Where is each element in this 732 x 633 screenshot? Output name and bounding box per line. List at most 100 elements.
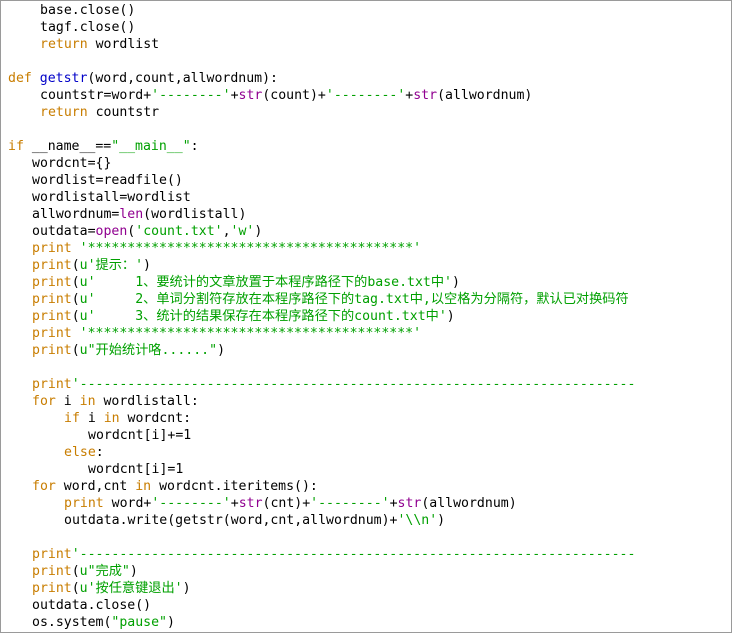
code-line: print '*********************************… — [32, 325, 421, 342]
code-token: str — [238, 496, 263, 511]
code-token: '--------' — [325, 88, 406, 103]
code-line: for i in wordlistall: — [32, 393, 199, 410]
code-token: print — [32, 292, 72, 307]
code-token: print — [32, 564, 72, 579]
code-line: print word+'--------'+str(cnt)+'--------… — [64, 495, 517, 512]
code-token: ) — [254, 224, 263, 239]
code-token: i — [55, 394, 80, 409]
code-line: return wordlist — [40, 36, 159, 53]
code-line: for word,cnt in wordcnt.iteritems(): — [32, 478, 318, 495]
code-token: ( — [71, 309, 80, 324]
code-token: for — [32, 394, 56, 409]
code-token: print — [32, 258, 72, 273]
code-line: print'----------------------------------… — [32, 376, 635, 393]
code-token: allwordnum= — [32, 207, 120, 222]
code-token: ( — [71, 564, 80, 579]
code-token: u' 3、统计的结果保存在本程序路径下的count.txt中' — [79, 309, 447, 324]
code-token: 'w' — [230, 224, 255, 239]
code-token: print — [32, 326, 72, 341]
code-token: __name__== — [23, 139, 112, 154]
code-line: outdata=open('count.txt','w') — [32, 223, 262, 240]
code-token: print — [32, 581, 72, 596]
code-token: print — [32, 309, 72, 324]
code-token: ) — [143, 258, 151, 273]
code-token: str — [413, 88, 438, 103]
code-token: if — [64, 411, 80, 426]
code-line: print(u"开始统计咯......") — [32, 342, 225, 359]
code-token: wordlistall=wordlist — [32, 190, 191, 205]
code-token: ( — [71, 292, 80, 307]
code-token: if — [8, 139, 24, 154]
code-token: ( — [71, 581, 80, 596]
code-line: outdata.write(getstr(word,cnt,allwordnum… — [64, 512, 445, 529]
code-token: outdata.close() — [32, 598, 152, 613]
code-line: print(u"完成") — [32, 563, 138, 580]
code-token: in — [103, 411, 120, 426]
code-token: len — [119, 207, 144, 222]
code-line: wordcnt={} — [32, 155, 111, 172]
code-token: 'count.txt' — [135, 224, 223, 239]
code-token: (word,count,allwordnum): — [87, 71, 278, 86]
code-line: if __name__=="__main__": — [8, 138, 199, 155]
code-token: ( — [71, 258, 80, 273]
code-token: u"开始统计咯......" — [79, 343, 218, 358]
code-token: return — [40, 37, 88, 52]
code-line: if i in wordcnt: — [64, 410, 191, 427]
code-token: str — [397, 496, 422, 511]
code-token: u'提示：' — [79, 258, 144, 273]
code-token: print — [64, 496, 104, 511]
code-token: print — [32, 547, 72, 562]
code-token: wordcnt: — [119, 411, 192, 426]
code-token: open — [95, 224, 128, 239]
code-line: wordcnt[i]=1 — [88, 461, 183, 478]
code-line: wordlistall=wordlist — [32, 189, 191, 206]
code-line: wordlist=readfile() — [32, 172, 183, 189]
code-token: outdata= — [32, 224, 96, 239]
code-token: , — [222, 224, 231, 239]
code-token: word+ — [103, 496, 152, 511]
code-token: '\\n' — [397, 513, 438, 528]
code-token: wordcnt[i]=1 — [88, 462, 184, 477]
code-token: : — [190, 139, 199, 154]
code-token: else — [64, 445, 96, 460]
code-token: '---------------------------------------… — [71, 377, 636, 392]
code-line: print(u'按任意键退出') — [32, 580, 191, 597]
code-editor[interactable]: base.close() tagf.close() return wordlist d… — [0, 0, 732, 633]
code-token: outdata.write(getstr(word,cnt,allwordnum… — [64, 513, 398, 528]
code-line: wordcnt[i]+=1 — [88, 427, 191, 444]
code-token: ) — [452, 275, 460, 290]
code-token: word,cnt — [55, 479, 136, 494]
code-token: ) — [182, 581, 191, 596]
code-token: (cnt)+ — [262, 496, 311, 511]
code-line: outdata.close() — [32, 597, 151, 614]
code-token: (wordlistall) — [143, 207, 247, 222]
code-token: ( — [71, 275, 80, 290]
code-token: (allwordnum) — [437, 88, 533, 103]
code-token: '--------' — [151, 88, 231, 103]
code-token: ) — [437, 513, 446, 528]
code-line: print(u' 3、统计的结果保存在本程序路径下的count.txt中') — [32, 308, 455, 325]
code-token: for — [32, 479, 56, 494]
code-line: os.system("pause") — [32, 614, 175, 631]
code-token: ) — [446, 309, 455, 324]
code-line: print(u'提示：') — [32, 257, 151, 274]
code-token: wordlist — [87, 37, 160, 52]
code-token: "pause" — [111, 615, 167, 630]
code-token: u"完成" — [79, 564, 130, 579]
code-token: '--------' — [151, 496, 231, 511]
code-token: base.close() — [40, 3, 136, 18]
code-token: wordlistall: — [95, 394, 199, 409]
code-line: countstr=word+'--------'+str(count)+'---… — [40, 87, 532, 104]
code-token: (count)+ — [262, 88, 326, 103]
code-token: print — [32, 343, 72, 358]
code-token: in — [135, 479, 152, 494]
code-token: + — [230, 88, 239, 103]
code-token: + — [389, 496, 398, 511]
code-token: print — [32, 241, 72, 256]
code-token: + — [230, 496, 239, 511]
code-token: wordcnt={} — [32, 156, 112, 171]
code-token: u' 2、单词分割符存放在本程序路径下的tag.txt中,以空格为分隔符，默认已… — [79, 292, 629, 307]
code-token: ) — [217, 343, 226, 358]
code-token: wordlist=readfile() — [32, 173, 183, 188]
code-token: def — [8, 71, 32, 86]
